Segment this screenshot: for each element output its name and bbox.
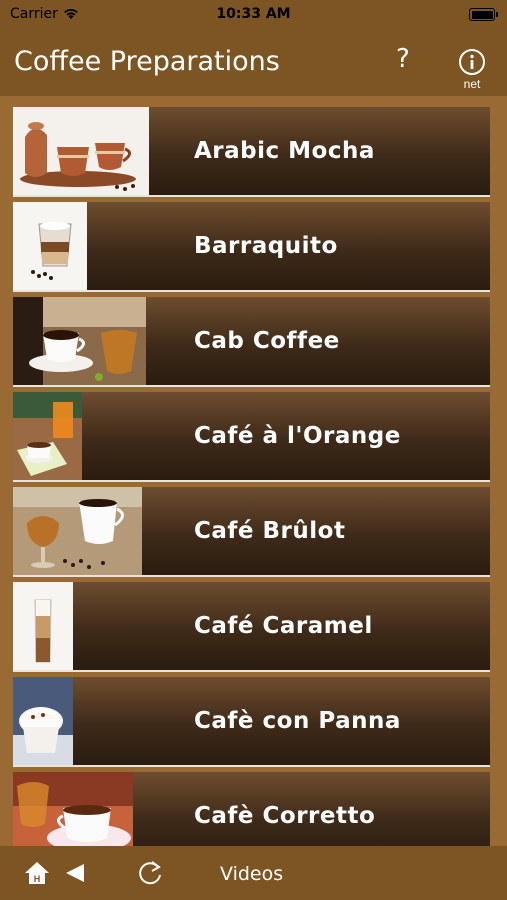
help-button[interactable]: ? <box>396 44 410 74</box>
info-caption: net <box>463 77 481 91</box>
row-label: Barraquito <box>194 233 338 259</box>
barraquito-thumbnail <box>13 202 87 290</box>
cafe-brulot-thumbnail <box>13 487 142 575</box>
battery-icon <box>469 8 498 21</box>
cafe-caramel-thumbnail <box>13 582 73 670</box>
list-item-cafe-a-lorange[interactable]: Café à l'Orange <box>13 392 490 482</box>
cafe-con-panna-thumbnail <box>13 677 73 765</box>
list-item-barraquito[interactable]: Barraquito <box>13 202 490 292</box>
list-item-cafe-caramel[interactable]: Café Caramel <box>13 582 490 672</box>
bottom-toolbar: H Videos <box>0 846 507 900</box>
row-label: Café Brûlot <box>194 518 346 544</box>
row-label: Arabic Mocha <box>194 138 375 164</box>
arabic-mocha-thumbnail <box>13 107 149 195</box>
row-label: Cafè Corretto <box>194 803 376 829</box>
row-label: Cab Coffee <box>194 328 340 354</box>
page-title: Coffee Preparations <box>14 46 280 77</box>
info-icon[interactable] <box>458 48 486 76</box>
list-item-cafe-con-panna[interactable]: Cafè con Panna <box>13 677 490 767</box>
list-item-cab-coffee[interactable]: Cab Coffee <box>13 297 490 387</box>
cab-coffee-thumbnail <box>13 297 146 385</box>
list-item-cafe-brulot[interactable]: Café Brûlot <box>13 487 490 577</box>
back-arrow-icon[interactable] <box>64 862 86 884</box>
navigation-bar: Coffee Preparations ? net <box>0 30 507 96</box>
list-item-arabic-mocha[interactable]: Arabic Mocha <box>13 107 490 197</box>
reload-icon[interactable] <box>136 859 164 887</box>
home-icon[interactable]: H <box>24 860 50 886</box>
row-label: Café à l'Orange <box>194 423 401 449</box>
clock: 10:33 AM <box>216 6 291 22</box>
videos-button[interactable]: Videos <box>220 863 283 885</box>
row-label: Cafè con Panna <box>194 708 401 734</box>
row-label: Café Caramel <box>194 613 373 639</box>
cafe-a-lorange-thumbnail <box>13 392 82 480</box>
svg-text:H: H <box>34 874 41 884</box>
status-bar: Carrier 10:33 AM <box>0 0 507 30</box>
